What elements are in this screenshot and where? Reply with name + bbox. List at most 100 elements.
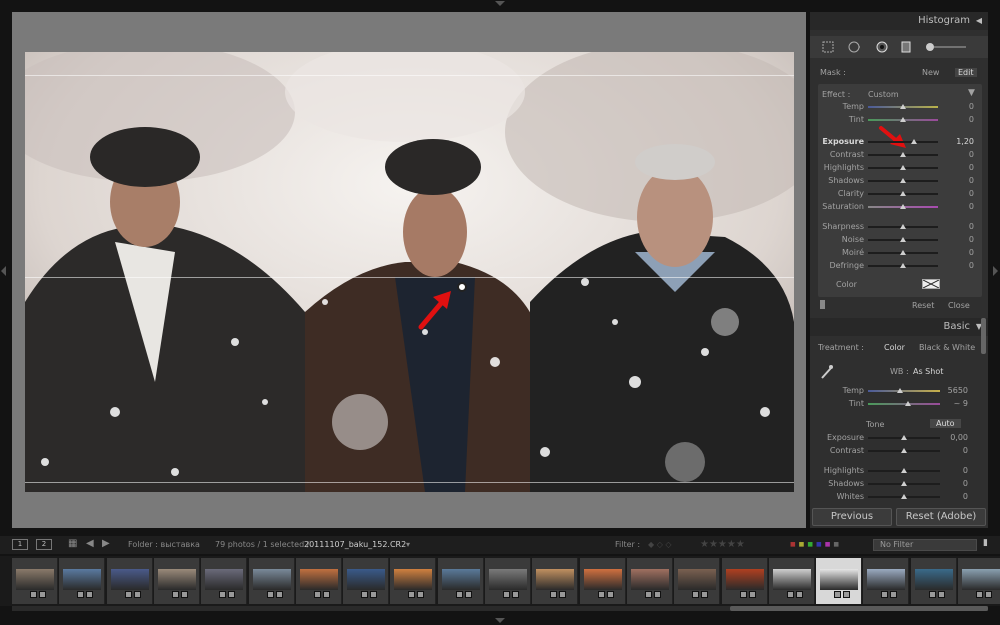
slider-thumb[interactable] xyxy=(901,481,907,486)
slider-thumb[interactable] xyxy=(900,165,906,170)
mask-new-button[interactable]: New xyxy=(922,68,939,77)
slider-thumb[interactable] xyxy=(900,250,906,255)
red-eye-icon[interactable] xyxy=(876,41,888,53)
bottom-panel-toggle[interactable] xyxy=(495,618,505,623)
gradient-guide-middle[interactable] xyxy=(25,277,794,278)
wb-eyedropper-icon[interactable] xyxy=(820,364,834,380)
slider-thumb[interactable] xyxy=(901,494,907,499)
gradient-guide-top[interactable] xyxy=(25,75,794,76)
slider-thumb[interactable] xyxy=(900,104,906,109)
slider-thumb[interactable] xyxy=(900,224,906,229)
filmstrip-thumbnail[interactable] xyxy=(343,558,390,604)
star-filter-icon[interactable]: ★★★★★ xyxy=(700,539,745,550)
mask-pin-icon[interactable] xyxy=(457,282,467,292)
photo-preview[interactable] xyxy=(25,52,794,492)
slider-thumb[interactable] xyxy=(900,178,906,183)
page1-button[interactable]: 1 xyxy=(12,539,28,550)
slider-value[interactable]: 0 xyxy=(944,248,974,257)
slider-value[interactable]: ~ 9 xyxy=(938,399,968,408)
collapse-left-icon[interactable]: ◀ xyxy=(976,16,982,25)
slider-value[interactable]: 0 xyxy=(944,115,974,124)
top-panel-toggle[interactable] xyxy=(495,1,505,6)
filmstrip-thumbnail[interactable] xyxy=(485,558,531,604)
filmstrip-thumbnail[interactable] xyxy=(626,558,673,604)
forward-arrow-icon[interactable]: ▶ xyxy=(102,538,110,549)
filmstrip-thumbnail[interactable] xyxy=(437,558,484,604)
filmstrip-thumbnail[interactable] xyxy=(674,558,721,604)
right-panel-toggle[interactable] xyxy=(993,266,998,276)
filmstrip-thumbnail[interactable] xyxy=(532,558,579,604)
slider-value[interactable]: 0 xyxy=(938,466,968,475)
left-panel-toggle[interactable] xyxy=(1,266,6,276)
slider-thumb[interactable] xyxy=(904,401,911,406)
slider-thumb[interactable] xyxy=(900,204,906,209)
filmstrip-scrollbar[interactable] xyxy=(730,606,988,611)
slider-value[interactable]: 0 xyxy=(944,222,974,231)
filmstrip-thumbnail[interactable] xyxy=(721,558,768,604)
filmstrip-thumbnail[interactable] xyxy=(153,558,200,604)
spot-removal-icon[interactable] xyxy=(848,41,860,53)
graduated-filter-icon[interactable] xyxy=(900,41,912,53)
filmstrip-toggle-icon[interactable]: ▮ xyxy=(983,538,988,548)
slider-value[interactable]: 0 xyxy=(938,446,968,455)
filmstrip-thumbnail[interactable] xyxy=(816,558,863,604)
filmstrip-thumbnail[interactable] xyxy=(579,558,626,604)
slider-thumb[interactable] xyxy=(901,435,907,440)
slider-value[interactable]: 0 xyxy=(944,189,974,198)
back-arrow-icon[interactable]: ◀ xyxy=(86,538,94,549)
previous-button[interactable]: Previous xyxy=(812,508,892,526)
mask-toggle-switch[interactable] xyxy=(820,300,825,309)
slider-value[interactable]: 5650 xyxy=(938,386,968,395)
slider-value[interactable]: 0 xyxy=(944,102,974,111)
filmstrip-thumbnail[interactable] xyxy=(910,558,957,604)
slider-value[interactable]: 0 xyxy=(938,492,968,501)
slider-thumb[interactable] xyxy=(910,139,917,144)
filmstrip-thumbnail[interactable] xyxy=(863,558,910,604)
file-dropdown-icon[interactable]: ▾ xyxy=(406,540,410,549)
slider-thumb[interactable] xyxy=(901,468,907,473)
filmstrip-thumbnail[interactable] xyxy=(59,558,106,604)
treatment-bw-button[interactable]: Black & White xyxy=(919,343,975,352)
color-label-filter-icon[interactable]: ■■■■■■ xyxy=(790,541,842,548)
filmstrip-thumbnail[interactable] xyxy=(295,558,342,604)
basic-header[interactable]: Basic ▼ xyxy=(810,318,988,336)
slider-track[interactable] xyxy=(868,390,940,392)
auto-tone-button[interactable]: Auto xyxy=(930,419,961,428)
filmstrip-thumbnail[interactable] xyxy=(768,558,815,604)
filmstrip-thumbnail[interactable] xyxy=(201,558,248,604)
filmstrip-thumbnail[interactable] xyxy=(958,558,1000,604)
slider-value[interactable]: 0 xyxy=(944,176,974,185)
slider-value[interactable]: 0 xyxy=(944,235,974,244)
slider-thumb[interactable] xyxy=(897,388,904,393)
slider-thumb[interactable] xyxy=(900,117,906,122)
gradient-guide-bottom[interactable] xyxy=(25,482,794,483)
mask-close-button[interactable]: Close xyxy=(948,301,970,310)
slider-track[interactable] xyxy=(868,141,938,143)
slider-value[interactable]: 0 xyxy=(944,202,974,211)
slider-thumb[interactable] xyxy=(901,448,907,453)
page2-button[interactable]: 2 xyxy=(36,539,52,550)
color-swatch[interactable] xyxy=(922,279,940,289)
file-name[interactable]: 20111107_baku_152.CR2 xyxy=(304,540,406,549)
reset-adobe-button[interactable]: Reset (Adobe) xyxy=(896,508,986,526)
slider-thumb[interactable] xyxy=(900,237,906,242)
wb-select[interactable]: As Shot xyxy=(913,367,943,376)
filmstrip-thumbnail[interactable] xyxy=(390,558,437,604)
slider-value[interactable]: 0 xyxy=(944,150,974,159)
slider-value[interactable]: 1,20 xyxy=(944,137,974,146)
filmstrip-thumbnail[interactable] xyxy=(12,558,58,604)
crop-tool-icon[interactable] xyxy=(822,41,834,53)
filmstrip-thumbnail[interactable] xyxy=(106,558,153,604)
grid-view-icon[interactable]: ▦ xyxy=(68,538,77,549)
flag-filter-icon[interactable]: ◆ ◇ ◇ xyxy=(648,540,672,549)
effect-select[interactable]: Custom xyxy=(868,90,899,99)
main-canvas[interactable] xyxy=(12,12,806,528)
effect-dropdown-icon[interactable]: ▼ xyxy=(968,88,975,98)
histogram-header[interactable]: Histogram ◀ xyxy=(810,12,988,30)
slider-thumb[interactable] xyxy=(900,263,906,268)
panel-scrollbar[interactable] xyxy=(981,318,986,354)
slider-value[interactable]: 0 xyxy=(938,479,968,488)
slider-thumb[interactable] xyxy=(900,191,906,196)
treatment-color-button[interactable]: Color xyxy=(884,343,905,352)
mask-reset-button[interactable]: Reset xyxy=(912,301,934,310)
